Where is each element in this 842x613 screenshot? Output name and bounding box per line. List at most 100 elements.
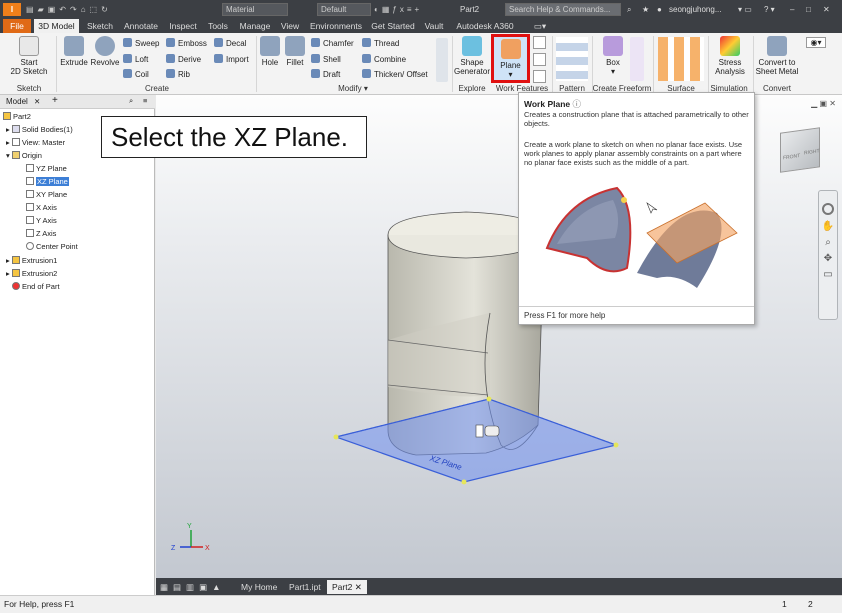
search-input[interactable]: Search Help & Commands... (505, 3, 621, 16)
rib-button[interactable]: Rib (166, 69, 190, 80)
update-icon[interactable]: ↻ (101, 5, 112, 14)
chamfer-button[interactable]: Chamfer (311, 38, 354, 49)
appearance-tools[interactable]: ◐▦ƒx≡+ (374, 3, 444, 16)
tab-close-icon[interactable]: ✕ (355, 582, 362, 592)
search-icon[interactable]: ⌕ (627, 3, 631, 16)
tree-node-center-point[interactable]: Center Point (26, 242, 78, 252)
shape-generator-button[interactable]: Shape Generator (453, 36, 491, 76)
combine-button[interactable]: Combine (362, 54, 406, 65)
emboss-button[interactable]: Emboss (166, 38, 207, 49)
hole-button[interactable]: Hole (258, 36, 282, 67)
freeform-tools[interactable] (630, 37, 644, 81)
tab-my-home[interactable]: My Home (241, 580, 277, 594)
tree-node-y-axis[interactable]: Y Axis (26, 216, 57, 226)
tab-environments[interactable]: Environments (306, 19, 366, 33)
viewcube[interactable]: FRONT RIGHT (780, 127, 820, 173)
stress-analysis-button[interactable]: Stress Analysis (709, 36, 751, 76)
pan-icon[interactable]: ✋ (819, 219, 837, 235)
draft-button[interactable]: Draft (311, 69, 340, 80)
minimize-button[interactable]: – (790, 3, 794, 16)
browser-tab-model[interactable]: Model (6, 97, 28, 107)
tab-get-started[interactable]: Get Started (370, 19, 416, 33)
browser-search-icon[interactable]: ⌕ (129, 96, 133, 106)
modify-extra-icons[interactable] (436, 38, 448, 82)
select-icon[interactable]: ⬚ (90, 5, 102, 14)
redo-icon[interactable]: ↷ (70, 5, 81, 14)
tab-autodesk-a360[interactable]: Autodesk A360 (452, 19, 518, 33)
thread-button[interactable]: Thread (362, 38, 399, 49)
app-logo[interactable]: I (3, 3, 21, 16)
tree-node-view-master[interactable]: ▸ View: Master (6, 138, 65, 148)
open-icon[interactable]: ▰ (38, 5, 48, 14)
tree-node-z-axis[interactable]: Z Axis (26, 229, 56, 239)
start-sketch-button[interactable]: Start 2D Sketch (6, 36, 52, 76)
user-icon[interactable]: ● (657, 3, 662, 16)
tab-tools[interactable]: Tools (204, 19, 232, 33)
convert-sheet-metal-button[interactable]: Convert to Sheet Metal (754, 36, 800, 76)
tree-node-x-axis[interactable]: X Axis (26, 203, 57, 213)
viewport-window-controls[interactable]: ▁ ▣ ✕ (811, 99, 836, 108)
home-icon[interactable]: ⌂ (81, 5, 90, 14)
tab-inspect[interactable]: Inspect (166, 19, 200, 33)
help-icon[interactable]: ? ▾ (764, 3, 775, 16)
tree-node-origin[interactable]: ▾ Origin (6, 151, 42, 161)
tab-view[interactable]: View (278, 19, 302, 33)
box-button[interactable]: Box ▾ (598, 36, 628, 76)
new-icon[interactable]: ▤ (26, 5, 38, 14)
tree-node-solid-bodies[interactable]: ▸ Solid Bodies(1) (6, 125, 73, 135)
plane-button[interactable]: Plane ▾ (491, 34, 530, 83)
coil-button[interactable]: Coil (123, 69, 149, 80)
look-at-icon[interactable]: ▭ (819, 267, 837, 283)
tree-node-extrusion1[interactable]: ▸ Extrusion1 (6, 256, 57, 266)
tab-manage[interactable]: Manage (236, 19, 274, 33)
cart-icon[interactable]: ▾ ▭ (738, 3, 752, 16)
tab-overflow-icon[interactable]: ▭▾ (530, 19, 550, 33)
derive-button[interactable]: Derive (166, 54, 201, 65)
tab-annotate[interactable]: Annotate (120, 19, 162, 33)
tree-node-xz-plane[interactable]: XZ Plane (26, 177, 69, 187)
tree-node-xy-plane[interactable]: XY Plane (26, 190, 67, 200)
ribbon-options-icon[interactable]: ◉▾ (806, 37, 826, 48)
save-icon[interactable]: ▣ (48, 5, 60, 14)
browser-add-icon[interactable]: + (52, 96, 58, 106)
import-button[interactable]: Import (214, 54, 249, 65)
fillet-button[interactable]: Fillet (283, 36, 307, 67)
extrude-button[interactable]: Extrude (59, 36, 89, 67)
pattern-icons[interactable] (556, 37, 588, 81)
sweep-button[interactable]: Sweep (123, 38, 159, 49)
maximize-button[interactable]: □ (806, 3, 811, 16)
surface-tools[interactable] (658, 37, 704, 81)
revolve-button[interactable]: Revolve (90, 36, 120, 67)
steering-wheel-icon[interactable] (822, 203, 834, 215)
tab-part2[interactable]: Part2 ✕ (327, 580, 367, 594)
material-dropdown[interactable]: Material (222, 3, 288, 16)
tree-node-extrusion2[interactable]: ▸ Extrusion2 (6, 269, 57, 279)
tree-node-part2[interactable]: Part2 (3, 112, 31, 122)
tab-part1[interactable]: Part1.ipt (289, 580, 321, 594)
window-layout-icons[interactable]: ▦▤▥▣▲ (160, 580, 226, 594)
favorite-icon[interactable]: ★ (642, 3, 649, 16)
tree-node-yz-plane[interactable]: YZ Plane (26, 164, 67, 174)
tree-node-end-of-part[interactable]: End of Part (12, 282, 60, 292)
ucs-button[interactable] (533, 70, 546, 83)
xz-plane-preview[interactable] (333, 396, 619, 485)
tab-3d-model[interactable]: 3D Model (34, 19, 79, 33)
tab-file[interactable]: File (3, 19, 31, 33)
group-label-modify[interactable]: Modify ▾ (258, 84, 448, 93)
browser-menu-icon[interactable]: ≡ (143, 96, 147, 106)
thicken-offset-button[interactable]: Thicken/ Offset (362, 69, 428, 80)
undo-icon[interactable]: ↶ (59, 5, 70, 14)
orbit-icon[interactable]: ✥ (819, 251, 837, 267)
tab-sketch[interactable]: Sketch (84, 19, 116, 33)
point-button[interactable] (533, 53, 546, 66)
shell-button[interactable]: Shell (311, 54, 341, 65)
tab-vault[interactable]: Vault (420, 19, 448, 33)
user-name[interactable]: seongjuhong... (669, 3, 722, 16)
appearance-dropdown[interactable]: Default (317, 3, 371, 16)
loft-button[interactable]: Loft (123, 54, 148, 65)
zoom-icon[interactable]: ⌕ (819, 235, 837, 251)
close-button[interactable]: ✕ (823, 3, 830, 16)
decal-button[interactable]: Decal (214, 38, 246, 49)
browser-close-icon[interactable]: ✕ (34, 97, 40, 107)
axis-button[interactable] (533, 36, 546, 49)
